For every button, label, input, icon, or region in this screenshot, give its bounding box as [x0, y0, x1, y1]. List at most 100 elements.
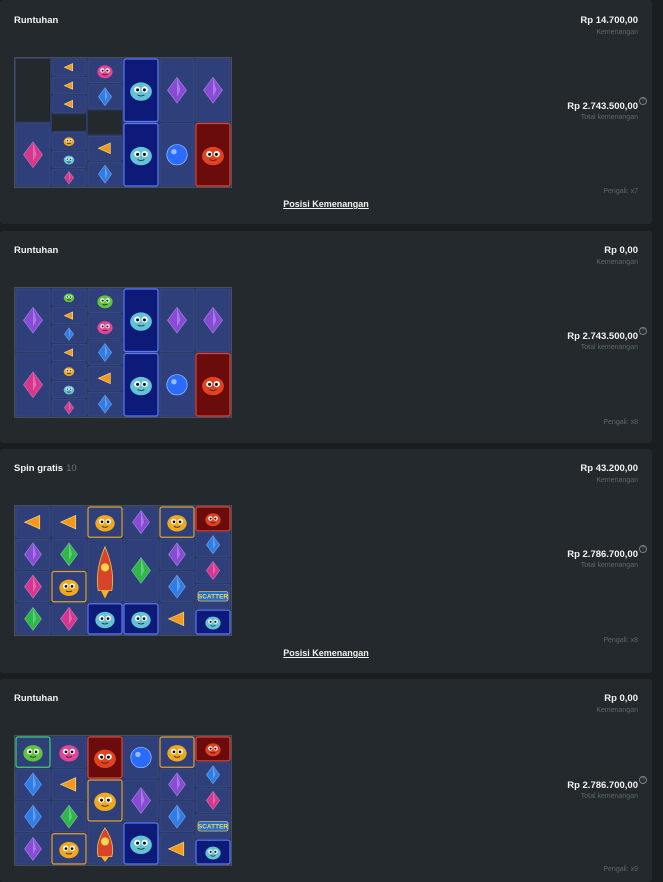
- total-win-value: Rp 2.786.700,00: [567, 549, 638, 560]
- symbol-alien-blue: [123, 603, 159, 635]
- symbol-gem-purple: [15, 538, 51, 570]
- reel-grid-svg: [15, 58, 231, 187]
- symbol-tri-orange: [159, 603, 195, 635]
- symbol-alien-blue: [123, 352, 159, 417]
- symbol-gem-green: [51, 538, 87, 570]
- symbol-gem-green: [123, 538, 159, 603]
- round-win-label: Kemenangan: [596, 29, 638, 36]
- multiplier-label: Pengali: x9: [603, 866, 638, 873]
- total-win-label: Total kemenangan: [580, 562, 638, 569]
- winning-positions-link[interactable]: Posisi Kemenangan: [0, 199, 652, 209]
- round-win-label: Kemenangan: [596, 259, 638, 266]
- symbol-orb-blue: [159, 123, 195, 187]
- symbol-alien-blue: [87, 603, 123, 635]
- symbol-gem-blue: [195, 762, 231, 787]
- total-win-label: Total kemenangan: [580, 793, 638, 800]
- symbol-tri-orange: [51, 95, 87, 113]
- symbol-gem-purple: [159, 58, 195, 122]
- round-card-2: Runtuhan Rp 0,00 Kemenangan Rp 2.743.500…: [0, 231, 652, 443]
- info-icon[interactable]: ?: [639, 776, 647, 784]
- symbol-alien-blue: [51, 380, 87, 398]
- reel-grid: [14, 287, 232, 418]
- symbol-gem-pink: [51, 399, 87, 417]
- round-win-value: Rp 43.200,00: [580, 463, 638, 474]
- total-win-value: Rp 2.743.500,00: [567, 331, 638, 342]
- symbol-alien-pink: [51, 736, 87, 768]
- symbol-scatter: SCATTER: [195, 814, 231, 839]
- symbol-tri-orange: [51, 307, 87, 325]
- symbol-gem-purple: [159, 538, 195, 570]
- round-win-value: Rp 0,00: [604, 245, 638, 256]
- round-win-value: Rp 14.700,00: [580, 15, 638, 26]
- total-win-label: Total kemenangan: [580, 344, 638, 351]
- round-type: Runtuhan: [14, 693, 59, 704]
- total-win-label: Total kemenangan: [580, 114, 638, 121]
- round-card-4: Runtuhan Rp 0,00 Kemenangan SCATTER Rp 2…: [0, 679, 652, 882]
- symbol-alien-yellow: [159, 506, 195, 538]
- symbol-alien-green: [51, 288, 87, 306]
- reel-grid-svg: SCATTER: [15, 736, 231, 865]
- symbol-gem-blue: [195, 532, 231, 557]
- reel-grid: SCATTER: [14, 735, 232, 866]
- info-icon[interactable]: ?: [639, 97, 647, 105]
- symbol-gem-pink: [195, 558, 231, 583]
- symbol-gem-pink: [195, 788, 231, 813]
- symbol-tri-orange: [15, 506, 51, 538]
- info-icon[interactable]: ?: [639, 545, 647, 553]
- symbol-alien-red: [195, 736, 231, 762]
- symbol-orb-blue: [159, 353, 195, 417]
- symbol-alien-green: [87, 288, 123, 314]
- symbol-tri-orange: [159, 833, 195, 865]
- reel-grid: [14, 57, 232, 188]
- symbol-gem-green: [15, 603, 51, 635]
- symbol-alien-blue: [123, 122, 159, 187]
- scatter-label: SCATTER: [198, 824, 229, 831]
- symbol-gem-purple: [15, 833, 51, 865]
- symbol-alien-blue: [123, 822, 159, 865]
- symbol-gem-blue: [159, 571, 195, 603]
- symbol-alien-yellow: [87, 779, 123, 822]
- symbol-gem-blue: [159, 801, 195, 833]
- round-win-value: Rp 0,00: [604, 693, 638, 704]
- symbol-gem-pink: [51, 169, 87, 187]
- symbol-rocket: [87, 538, 123, 603]
- round-card-3: Spin gratis 10 Rp 43.200,00 Kemenangan SC…: [0, 449, 652, 673]
- symbol-gem-purple: [159, 288, 195, 352]
- symbol-tri-orange: [87, 366, 123, 391]
- multiplier-label: Pengali: x8: [603, 419, 638, 426]
- round-type: Runtuhan: [14, 245, 59, 256]
- multiplier-label: Pengali: x7: [603, 188, 638, 195]
- symbol-alien-red: [195, 352, 231, 417]
- symbol-alien-red: [195, 122, 231, 187]
- symbol-alien-blue: [195, 839, 231, 865]
- symbol-tri-orange: [51, 506, 87, 538]
- symbol-gem-blue: [87, 391, 123, 417]
- symbol-alien-green: [15, 736, 51, 768]
- symbol-alien-blue: [123, 58, 159, 123]
- symbol-gem-purple: [123, 506, 159, 538]
- symbol-gem-blue: [51, 325, 87, 343]
- symbol-gem-purple: [123, 779, 159, 822]
- symbol-alien-yellow: [87, 506, 123, 538]
- symbol-empty: [16, 59, 50, 122]
- symbol-empty: [88, 110, 122, 135]
- info-icon[interactable]: ?: [639, 327, 647, 335]
- symbol-gem-blue: [15, 801, 51, 833]
- round-type: Runtuhan: [14, 15, 59, 26]
- symbol-gem-blue: [87, 161, 123, 187]
- symbol-gem-pink: [51, 603, 87, 635]
- round-win-label: Kemenangan: [596, 707, 638, 714]
- symbol-rocket: [87, 822, 123, 865]
- symbol-tri-orange: [51, 343, 87, 362]
- round-win-label: Kemenangan: [596, 477, 638, 484]
- winning-positions-link[interactable]: Posisi Kemenangan: [0, 648, 652, 658]
- free-spin-count: 10: [66, 463, 77, 474]
- multiplier-label: Pengali: x8: [603, 637, 638, 644]
- reel-grid-svg: [15, 288, 231, 417]
- round-type: Spin gratis 10: [14, 463, 77, 474]
- symbol-gem-pink: [15, 123, 51, 187]
- symbol-gem-blue: [87, 340, 123, 365]
- symbol-empty: [52, 114, 86, 131]
- symbol-alien-blue: [123, 288, 159, 353]
- symbol-alien-yellow: [51, 833, 87, 865]
